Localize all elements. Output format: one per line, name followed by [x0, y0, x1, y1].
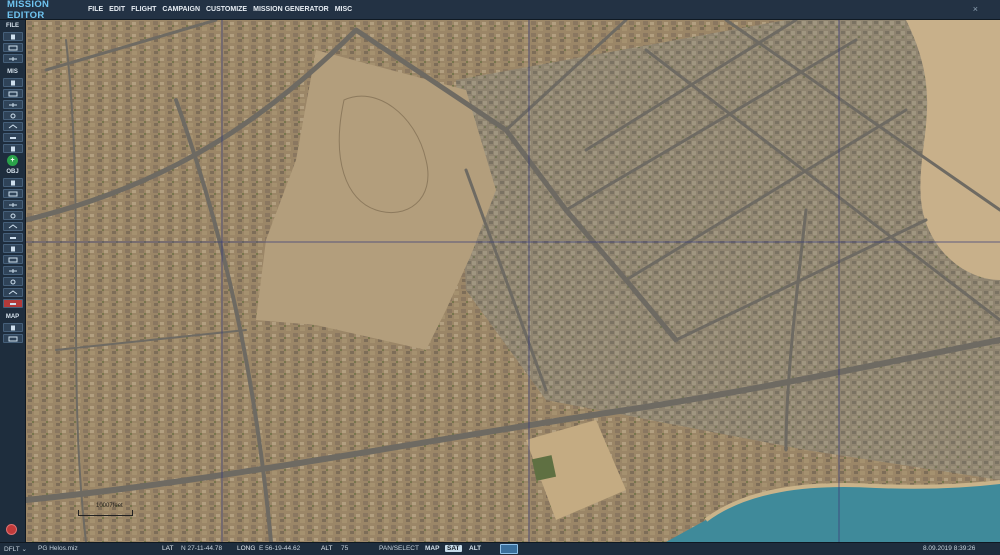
menu-customize[interactable]: CUSTOMIZE	[203, 6, 250, 13]
ruler-icon	[8, 336, 18, 342]
menu-campaign[interactable]: CAMPAIGN	[159, 6, 203, 13]
check-icon	[8, 146, 18, 152]
zone-icon	[8, 257, 18, 263]
plane-icon	[8, 180, 18, 186]
goals-icon	[8, 123, 18, 130]
template-icon	[8, 235, 18, 241]
menu-flight[interactable]: FLIGHT	[128, 6, 159, 13]
warehouse-icon	[8, 279, 18, 285]
ground-unit-icon	[8, 213, 18, 219]
open-file-icon	[8, 45, 18, 51]
new-file-icon	[8, 34, 18, 40]
menu-edit[interactable]: EDIT	[106, 6, 128, 13]
trigger-icon	[8, 102, 18, 108]
warehouse-button[interactable]	[2, 277, 23, 286]
mission-file-name: PG Helos.miz	[38, 545, 78, 552]
template-button[interactable]	[2, 233, 23, 242]
alt-view-button[interactable]: ALT	[467, 545, 483, 552]
weather-icon	[8, 91, 18, 97]
failure-button[interactable]	[2, 111, 23, 120]
delete-button[interactable]	[2, 299, 23, 308]
record-icon[interactable]	[6, 524, 17, 535]
goals-button[interactable]	[2, 122, 23, 131]
menu-mission-generator[interactable]: MISSION GENERATOR	[250, 6, 332, 13]
resource-icon	[8, 135, 18, 141]
map-options-button[interactable]	[2, 323, 23, 332]
weather-button[interactable]	[2, 89, 23, 98]
map-scale-bar	[78, 510, 133, 516]
lat-value: N 27-11-44.78	[181, 545, 223, 552]
menu-file[interactable]: FILE	[85, 6, 106, 13]
ruler-button[interactable]	[2, 334, 23, 343]
save-file-icon	[8, 56, 18, 62]
status-bar: DFLT ⌄ PG Helos.miz LAT N 27-11-44.78 LO…	[0, 542, 1000, 555]
toolbar-group-obj: OBJ	[6, 169, 19, 175]
profile-select[interactable]: DFLT ⌄	[4, 545, 27, 553]
save-file-button[interactable]	[2, 54, 23, 63]
new-file-button[interactable]	[2, 32, 23, 41]
alt-value: 75	[341, 545, 349, 552]
pan-select-mode[interactable]: PAN/SELECT	[379, 545, 419, 552]
app-title: MISSION EDITOR	[7, 0, 50, 21]
helicopter-icon	[8, 191, 18, 197]
long-value: E 56-19-44.62	[259, 545, 301, 552]
map-view-button[interactable]: MAP	[423, 545, 441, 552]
ground-unit-button[interactable]	[2, 211, 23, 220]
airport-icon	[8, 246, 18, 252]
ship-icon	[8, 202, 18, 208]
toolbar-group-mis: MIS	[7, 69, 18, 75]
ship-button[interactable]	[2, 200, 23, 209]
menu-bar: MISSION EDITOR FILE EDIT FLIGHT CAMPAIGN…	[0, 0, 1000, 21]
briefing-button[interactable]	[2, 78, 23, 87]
alt-label: ALT	[321, 545, 333, 552]
map-scale-label: 10007feet	[96, 503, 123, 509]
plane-button[interactable]	[2, 178, 23, 187]
trigger-button[interactable]	[2, 100, 23, 109]
helicopter-button[interactable]	[2, 189, 23, 198]
left-toolbar: FILE MIS + OBJ MAP	[0, 20, 26, 542]
toolbar-group-map: MAP	[5, 314, 20, 320]
airport-button[interactable]	[2, 244, 23, 253]
map-terrain	[26, 20, 1000, 542]
nav-point-button[interactable]	[2, 266, 23, 275]
unit-group-button[interactable]	[2, 288, 23, 297]
close-icon[interactable]: ×	[973, 4, 978, 14]
resource-button[interactable]	[2, 133, 23, 142]
satellite-map[interactable]: 10007feet	[26, 20, 1000, 542]
toolbar-group-file: FILE	[6, 23, 19, 29]
mission-datetime: 8.09.2019 8:39:26	[923, 545, 976, 552]
map-options-icon	[8, 325, 18, 331]
profile-value: DFLT	[4, 546, 20, 553]
briefing-icon	[8, 80, 18, 86]
nav-point-icon	[8, 268, 18, 274]
open-file-button[interactable]	[2, 43, 23, 52]
lat-label: LAT	[162, 545, 174, 552]
menu-misc[interactable]: MISC	[332, 6, 356, 13]
sat-view-button[interactable]: SAT	[445, 545, 462, 552]
layers-icon[interactable]	[500, 544, 518, 554]
failure-icon	[8, 113, 18, 119]
delete-icon	[8, 301, 18, 307]
check-button[interactable]	[2, 144, 23, 153]
zone-button[interactable]	[2, 255, 23, 264]
add-unit-icon[interactable]: +	[7, 155, 18, 166]
long-label: LONG	[237, 545, 256, 552]
chevron-down-icon: ⌄	[21, 546, 27, 553]
static-object-icon	[8, 223, 18, 230]
unit-group-icon	[8, 289, 18, 296]
static-object-button[interactable]	[2, 222, 23, 231]
